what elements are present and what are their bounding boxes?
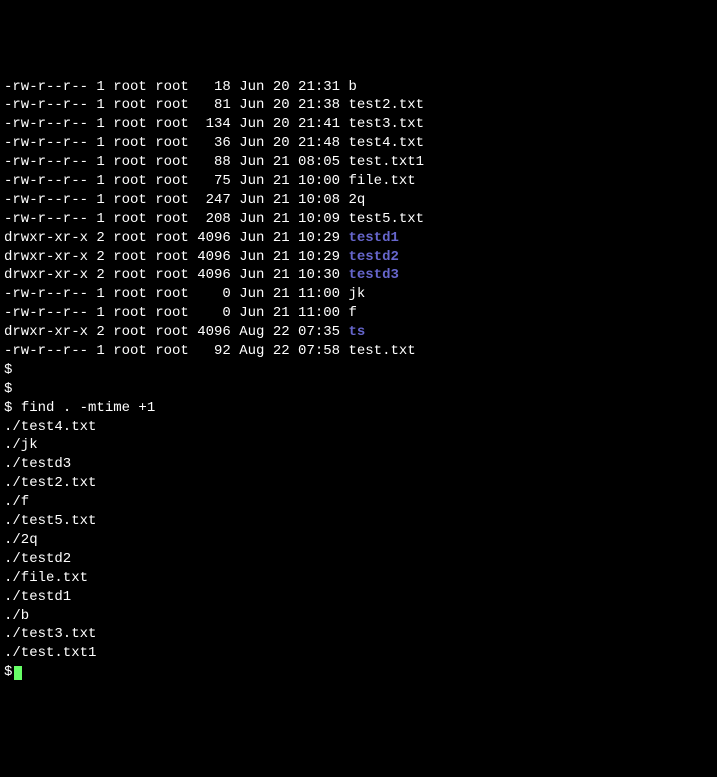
find-output-line: ./b bbox=[4, 607, 713, 626]
command-text: find . -mtime +1 bbox=[21, 400, 155, 416]
ls-row: drwxr-xr-x 2 root root 4096 Jun 21 10:29… bbox=[4, 248, 713, 267]
ls-row: -rw-r--r-- 1 root root 36 Jun 20 21:48 t… bbox=[4, 134, 713, 153]
prompt-symbol: $ bbox=[4, 381, 12, 397]
ls-row: -rw-r--r-- 1 root root 0 Jun 21 11:00 f bbox=[4, 304, 713, 323]
active-prompt-line: $ bbox=[4, 663, 713, 682]
ls-row: -rw-r--r-- 1 root root 75 Jun 21 10:00 f… bbox=[4, 172, 713, 191]
output-text: ./file.txt bbox=[4, 570, 88, 586]
find-output-line: ./test.txt1 bbox=[4, 644, 713, 663]
ls-row: -rw-r--r-- 1 root root 247 Jun 21 10:08 … bbox=[4, 191, 713, 210]
file-name: test2.txt bbox=[348, 97, 424, 113]
file-name: test4.txt bbox=[348, 135, 424, 151]
output-text: ./testd1 bbox=[4, 589, 71, 605]
file-name: 2q bbox=[348, 192, 365, 208]
dir-name: testd2 bbox=[348, 249, 398, 265]
find-output-line: ./testd3 bbox=[4, 455, 713, 474]
output-text: ./test5.txt bbox=[4, 513, 96, 529]
dir-name: ts bbox=[348, 324, 365, 340]
file-name: jk bbox=[348, 286, 365, 302]
file-name: test.txt1 bbox=[348, 154, 424, 170]
terminal-output[interactable]: -rw-r--r-- 1 root root 18 Jun 20 21:31 b… bbox=[4, 78, 713, 683]
command-line: $ find . -mtime +1 bbox=[4, 399, 713, 418]
output-text: ./jk bbox=[4, 437, 38, 453]
output-text: ./f bbox=[4, 494, 29, 510]
prompt-symbol: $ bbox=[4, 400, 12, 416]
output-text: ./testd2 bbox=[4, 551, 71, 567]
ls-row: -rw-r--r-- 1 root root 18 Jun 20 21:31 b bbox=[4, 78, 713, 97]
prompt-symbol: $ bbox=[4, 362, 12, 378]
ls-row: -rw-r--r-- 1 root root 0 Jun 21 11:00 jk bbox=[4, 285, 713, 304]
ls-row: -rw-r--r-- 1 root root 134 Jun 20 21:41 … bbox=[4, 115, 713, 134]
cursor-icon bbox=[14, 666, 22, 680]
find-output-line: ./file.txt bbox=[4, 569, 713, 588]
find-output-line: ./f bbox=[4, 493, 713, 512]
prompt-line: $ bbox=[4, 380, 713, 399]
output-text: ./test.txt1 bbox=[4, 645, 96, 661]
file-name: file.txt bbox=[348, 173, 415, 189]
file-name: test5.txt bbox=[348, 211, 424, 227]
ls-row: drwxr-xr-x 2 root root 4096 Aug 22 07:35… bbox=[4, 323, 713, 342]
output-text: ./testd3 bbox=[4, 456, 71, 472]
dir-name: testd1 bbox=[348, 230, 398, 246]
ls-row: -rw-r--r-- 1 root root 81 Jun 20 21:38 t… bbox=[4, 96, 713, 115]
ls-row: -rw-r--r-- 1 root root 92 Aug 22 07:58 t… bbox=[4, 342, 713, 361]
find-output-line: ./testd2 bbox=[4, 550, 713, 569]
output-text: ./test3.txt bbox=[4, 626, 96, 642]
file-name: test.txt bbox=[348, 343, 415, 359]
prompt-symbol: $ bbox=[4, 664, 12, 680]
dir-name: testd3 bbox=[348, 267, 398, 283]
find-output-line: ./test2.txt bbox=[4, 474, 713, 493]
find-output-line: ./test5.txt bbox=[4, 512, 713, 531]
prompt-line: $ bbox=[4, 361, 713, 380]
find-output-line: ./test4.txt bbox=[4, 418, 713, 437]
ls-row: -rw-r--r-- 1 root root 88 Jun 21 08:05 t… bbox=[4, 153, 713, 172]
file-name: f bbox=[348, 305, 356, 321]
output-text: ./test4.txt bbox=[4, 419, 96, 435]
ls-row: drwxr-xr-x 2 root root 4096 Jun 21 10:29… bbox=[4, 229, 713, 248]
file-name: test3.txt bbox=[348, 116, 424, 132]
find-output-line: ./test3.txt bbox=[4, 625, 713, 644]
ls-row: -rw-r--r-- 1 root root 208 Jun 21 10:09 … bbox=[4, 210, 713, 229]
find-output-line: ./testd1 bbox=[4, 588, 713, 607]
output-text: ./2q bbox=[4, 532, 38, 548]
ls-row: drwxr-xr-x 2 root root 4096 Jun 21 10:30… bbox=[4, 266, 713, 285]
output-text: ./b bbox=[4, 608, 29, 624]
find-output-line: ./2q bbox=[4, 531, 713, 550]
output-text: ./test2.txt bbox=[4, 475, 96, 491]
find-output-line: ./jk bbox=[4, 436, 713, 455]
file-name: b bbox=[348, 79, 356, 95]
